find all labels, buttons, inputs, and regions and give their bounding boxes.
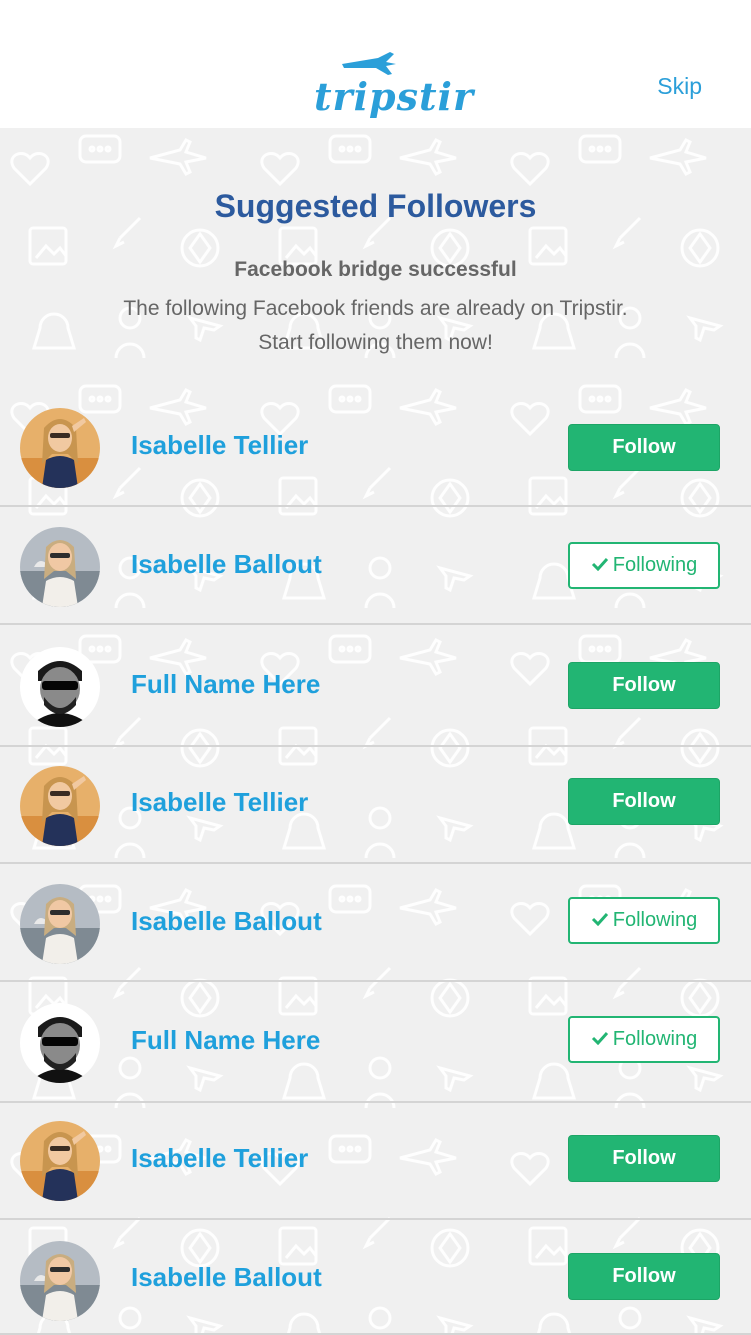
button-label: Following bbox=[612, 1028, 698, 1050]
bridge-status-text: Facebook bridge successful bbox=[234, 258, 517, 281]
button-label: Following bbox=[612, 554, 698, 576]
follow-button[interactable]: Follow bbox=[568, 662, 720, 709]
follower-row: Isabelle Ballout Following bbox=[0, 864, 751, 982]
skip-button[interactable]: Skip bbox=[657, 73, 702, 100]
avatar[interactable] bbox=[20, 647, 100, 727]
follower-name[interactable]: Isabelle Ballout bbox=[131, 906, 322, 937]
follower-row: Isabelle Tellier Follow bbox=[0, 388, 751, 507]
tripstir-logo: tripstir bbox=[312, 50, 473, 122]
button-label: Follow bbox=[612, 436, 676, 458]
follower-name[interactable]: Full Name Here bbox=[131, 669, 320, 700]
follower-name[interactable]: Full Name Here bbox=[131, 1025, 320, 1056]
follower-row: Full Name Here Following bbox=[0, 982, 751, 1103]
intro-line-1: The following Facebook friends are alrea… bbox=[123, 297, 628, 320]
avatar[interactable] bbox=[20, 1121, 100, 1201]
follower-row: Full Name Here Follow bbox=[0, 625, 751, 747]
intro-section: Suggested Followers Facebook bridge succ… bbox=[0, 128, 751, 388]
avatar[interactable] bbox=[20, 527, 100, 607]
avatar[interactable] bbox=[20, 884, 100, 964]
follower-name[interactable]: Isabelle Ballout bbox=[131, 549, 322, 580]
following-button[interactable]: Following bbox=[568, 542, 720, 589]
follower-name[interactable]: Isabelle Tellier bbox=[131, 1143, 308, 1174]
avatar[interactable] bbox=[20, 1241, 100, 1321]
follow-button[interactable]: Follow bbox=[568, 778, 720, 825]
following-button[interactable]: Following bbox=[568, 1016, 720, 1063]
button-label: Follow bbox=[612, 1265, 676, 1287]
intro-line-2: Start following them now! bbox=[258, 331, 493, 354]
follow-button[interactable]: Follow bbox=[568, 424, 720, 471]
avatar[interactable] bbox=[20, 408, 100, 488]
checkmark-icon bbox=[591, 1028, 609, 1051]
avatar[interactable] bbox=[20, 1003, 100, 1083]
button-label: Following bbox=[612, 909, 698, 931]
button-label: Follow bbox=[612, 790, 676, 812]
button-label: Follow bbox=[612, 1147, 676, 1169]
follower-row: Isabelle Tellier Follow bbox=[0, 747, 751, 864]
follow-button[interactable]: Follow bbox=[568, 1253, 720, 1300]
intro-description: The following Facebook friends are alrea… bbox=[0, 292, 751, 360]
followers-list: Isabelle Tellier Follow Isabelle Ballout F… bbox=[0, 388, 751, 1335]
follower-row: Isabelle Tellier Follow bbox=[0, 1103, 751, 1220]
follower-name[interactable]: Isabelle Ballout bbox=[131, 1262, 322, 1293]
header-bar: tripstir Skip bbox=[0, 0, 751, 128]
following-button[interactable]: Following bbox=[568, 897, 720, 944]
follower-row: Isabelle Ballout Follow bbox=[0, 1220, 751, 1335]
avatar[interactable] bbox=[20, 766, 100, 846]
page-title: Suggested Followers bbox=[214, 188, 537, 224]
airplane-icon bbox=[342, 52, 396, 75]
follower-name[interactable]: Isabelle Tellier bbox=[131, 787, 308, 818]
checkmark-icon bbox=[591, 909, 609, 932]
checkmark-icon bbox=[591, 554, 609, 577]
logo-text: tripstir bbox=[314, 74, 474, 119]
follow-button[interactable]: Follow bbox=[568, 1135, 720, 1182]
follower-row: Isabelle Ballout Following bbox=[0, 507, 751, 625]
follower-name[interactable]: Isabelle Tellier bbox=[131, 430, 308, 461]
button-label: Follow bbox=[612, 674, 676, 696]
